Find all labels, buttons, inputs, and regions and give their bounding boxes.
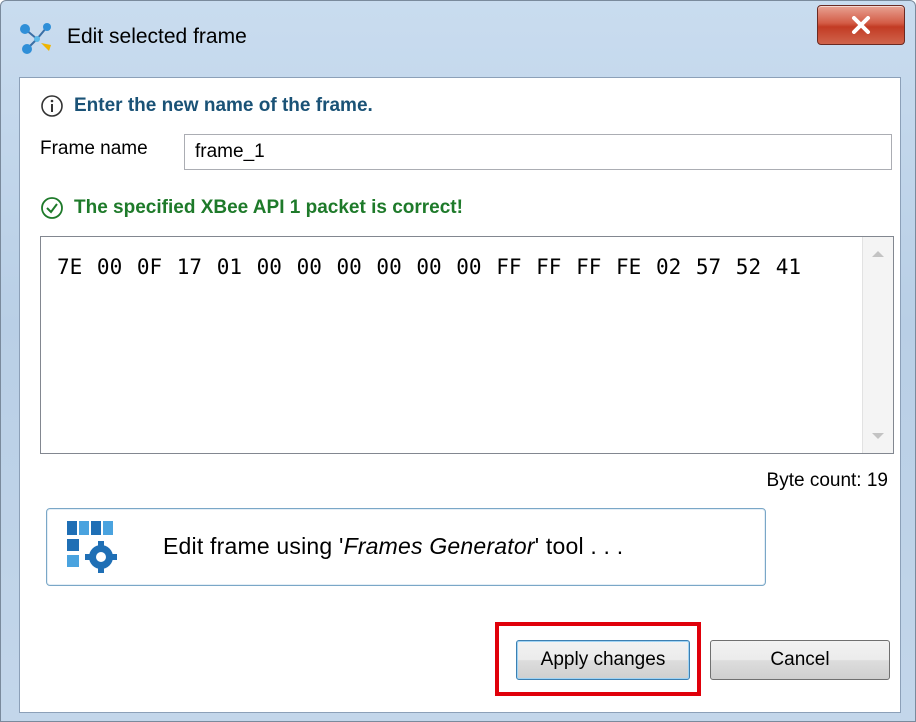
close-icon: [852, 16, 870, 34]
generator-suffix: ' tool . . .: [534, 533, 624, 559]
generator-tool-name: Frames Generator: [343, 533, 535, 559]
frames-generator-button[interactable]: Edit frame using 'Frames Generator' tool…: [46, 508, 766, 586]
window-title: Edit selected frame: [67, 25, 247, 48]
generator-prefix: Edit frame using ': [163, 533, 344, 559]
vertical-scrollbar[interactable]: [862, 237, 893, 453]
frame-network-icon: [20, 23, 51, 54]
scroll-up-icon[interactable]: [872, 251, 884, 257]
check-circle-icon: [41, 197, 63, 219]
byte-count: Byte count: 19: [766, 470, 888, 491]
packet-hex-textarea[interactable]: 7E 00 0F 17 01 00 00 00 00 00 00 FF FF F…: [40, 236, 894, 454]
validation-message: The specified XBee API 1 packet is corre…: [74, 197, 463, 218]
packet-hex-text[interactable]: 7E 00 0F 17 01 00 00 00 00 00 00 FF FF F…: [57, 251, 837, 283]
frame-name-input[interactable]: [184, 134, 892, 170]
info-message: Enter the new name of the frame.: [74, 95, 373, 116]
edit-frame-dialog: Edit selected frame Enter the new name o…: [0, 0, 916, 722]
title-bar: Edit selected frame: [1, 1, 915, 77]
cancel-button[interactable]: Cancel: [710, 640, 890, 680]
info-message-row: Enter the new name of the frame.: [40, 94, 373, 118]
close-button[interactable]: [817, 5, 905, 45]
scroll-down-icon[interactable]: [872, 433, 884, 439]
frames-generator-icon: [67, 521, 117, 573]
dialog-content: Enter the new name of the frame. Frame n…: [19, 77, 901, 713]
frame-name-label: Frame name: [40, 138, 148, 159]
info-icon: [41, 95, 63, 117]
validation-message-row: The specified XBee API 1 packet is corre…: [40, 196, 463, 220]
apply-changes-button[interactable]: Apply changes: [516, 640, 690, 680]
frames-generator-label: Edit frame using 'Frames Generator' tool…: [163, 533, 623, 560]
